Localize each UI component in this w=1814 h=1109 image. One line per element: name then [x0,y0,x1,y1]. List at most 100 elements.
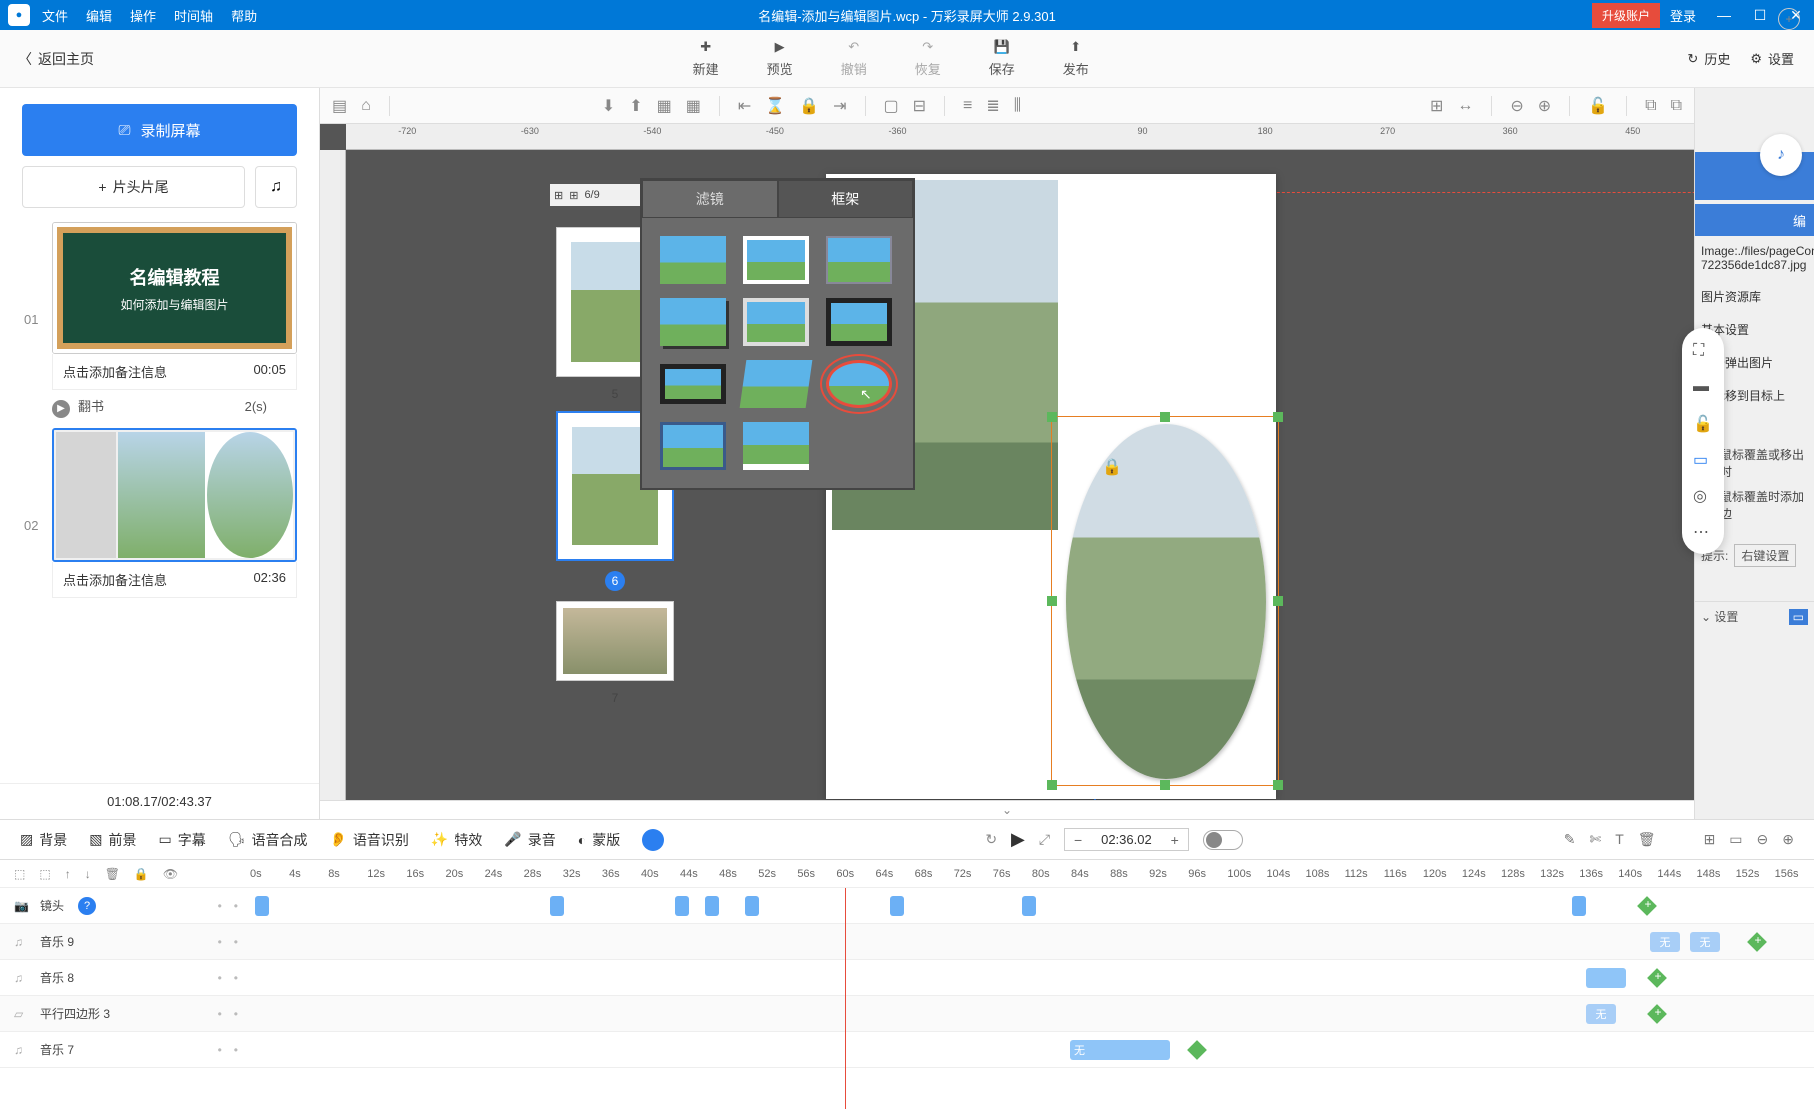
resize-handle[interactable] [1273,412,1283,422]
zoom-out-icon[interactable]: ⊖ [1510,96,1523,116]
frame-option[interactable] [826,236,892,284]
zoom-tool-icon[interactable]: ⊕ [1782,831,1794,848]
tl-tool-icon[interactable]: 👁 [163,867,178,881]
tool-icon[interactable]: 🔒 [799,96,819,116]
keyframe-diamond[interactable] [1187,1040,1207,1060]
layers-icon[interactable]: ▬ [1693,378,1713,396]
settings-collapse[interactable]: ⌄ 设置 [1701,608,1738,625]
frame-option[interactable] [743,236,809,284]
timeline-clip[interactable] [890,896,904,916]
undo-button[interactable]: ↶撤销 [841,39,867,78]
track-dot[interactable]: • [218,1043,222,1057]
subtitle-button[interactable]: ▭字幕 [158,830,205,850]
timeline-clip[interactable] [1586,968,1626,988]
fg-button[interactable]: ▧前景 [89,830,136,850]
timeline-clip[interactable]: 无 [1650,932,1680,952]
scene-thumb-1[interactable]: 名编辑教程 如何添加与编辑图片 [52,222,297,354]
menu-file[interactable]: 文件 [42,6,68,25]
record-screen-button[interactable]: ⎚ 录制屏幕 [22,104,297,156]
edit-tool-icon[interactable]: ✎ [1564,831,1576,848]
menu-action[interactable]: 操作 [130,6,156,25]
align-icon[interactable]: ⫼ [1014,97,1021,115]
menu-help[interactable]: 帮助 [231,6,257,25]
resize-handle[interactable] [1160,412,1170,422]
paste-icon[interactable]: ⧉ [1671,97,1682,115]
resize-handle[interactable] [1047,780,1057,790]
timeline-clip[interactable]: 无 [1070,1040,1170,1060]
align-tool-icon[interactable]: ▦ [657,96,672,116]
resize-handle[interactable] [1273,596,1283,606]
tl-tool-icon[interactable]: ↑ [65,867,71,881]
thumbnail-icon[interactable]: ▭ [1789,609,1808,625]
scene1-note[interactable]: 点击添加备注信息 [63,362,167,381]
tool-icon[interactable]: ⊟ [913,96,926,116]
timeline-track[interactable]: ♫ 音乐 8 •• [0,960,1814,996]
timeline-track[interactable]: 📷 镜头 ? •• [0,888,1814,924]
lock-icon[interactable]: 🔒 [1102,457,1118,473]
toggle-switch[interactable] [1203,830,1243,850]
track-dot[interactable]: • [234,971,238,985]
bg-button[interactable]: ▨背景 [20,830,67,850]
tl-tool-icon[interactable]: ↓ [85,867,91,881]
resize-handle[interactable] [1047,596,1057,606]
align-tool-icon[interactable]: ⬇ [602,96,615,116]
home-icon[interactable]: ⌂ [361,97,371,115]
scene-thumb-2[interactable] [52,428,297,562]
timeline-clip[interactable] [255,896,269,916]
keyframe-diamond[interactable] [1747,932,1767,952]
fx-button[interactable]: ✨特效 [431,830,482,850]
preview-button[interactable]: ▶预览 [767,39,793,78]
frame-option[interactable] [660,298,726,346]
timeline-clip[interactable] [705,896,719,916]
frame-option[interactable] [826,298,892,346]
fullscreen-icon[interactable]: ⤢ [1039,831,1050,848]
screen-icon[interactable]: ▭ [1693,450,1713,468]
tl-tool-icon[interactable]: ⬚ [39,867,50,881]
new-button[interactable]: ✚新建 [693,39,719,78]
align-tool-icon[interactable]: ▦ [686,96,701,116]
asr-button[interactable]: 👂语音识别 [329,830,408,850]
music-fab[interactable]: ♪ [1760,134,1802,176]
back-to-home[interactable]: 〈 返回主页 [18,49,94,69]
timeline-ruler[interactable]: 0s4s8s12s16s20s24s28s32s36s40s44s48s52s5… [250,868,1814,880]
resize-handle[interactable] [1047,412,1057,422]
tool-icon[interactable]: ↔ [1457,97,1473,115]
resize-handle[interactable] [1160,780,1170,790]
frame-option[interactable] [660,236,726,284]
menu-image-lib[interactable]: 图片资源库 [1695,280,1814,313]
keyframe-diamond[interactable] [1637,896,1657,916]
play-icon[interactable]: ▶ [1011,829,1025,850]
cut-tool-icon[interactable]: ✄ [1589,831,1601,848]
timeline-clip[interactable] [745,896,759,916]
align-tool-icon[interactable]: ⬆ [629,96,642,116]
target-icon[interactable]: ◎ [1693,486,1713,504]
tool-icon[interactable]: ▢ [884,96,899,116]
edit-bar[interactable]: 编 [1695,204,1814,236]
transition-row[interactable]: ▶翻书 2(s) [22,390,297,428]
frame-option[interactable] [743,298,809,346]
scene2-note[interactable]: 点击添加备注信息 [63,570,167,589]
redo-button[interactable]: ↷恢复 [915,39,941,78]
help-icon[interactable]: ? [78,897,96,915]
zoom-tool-icon[interactable]: ▭ [1729,831,1742,848]
lock-icon[interactable]: 🔓 [1588,96,1608,116]
upgrade-button[interactable]: 升级账户 [1592,3,1660,28]
tts-button[interactable]: 🗣语音合成 [228,830,308,850]
maximize-button[interactable]: ☐ [1742,7,1778,24]
more-bubble[interactable] [642,829,664,851]
copy-icon[interactable]: ⧉ [1645,97,1656,115]
text-tool-icon[interactable]: T [1615,831,1624,848]
timeline-clip[interactable]: 无 [1586,1004,1616,1024]
track-dot[interactable]: • [234,1043,238,1057]
tool-icon[interactable]: ⌛ [765,96,785,116]
zoom-tool-icon[interactable]: ⊖ [1757,831,1769,848]
playhead[interactable] [845,888,846,1109]
timeline-clip[interactable] [1022,896,1036,916]
page-icon[interactable]: ▤ [332,96,347,116]
timeline-track[interactable]: ♫ 音乐 9 ••无无 [0,924,1814,960]
tl-tool-icon[interactable]: ⬚ [14,867,25,881]
rewind-icon[interactable]: ↻ [985,831,997,848]
time-minus[interactable]: − [1065,832,1091,848]
resize-handle[interactable] [1273,780,1283,790]
time-plus[interactable]: + [1162,832,1188,848]
